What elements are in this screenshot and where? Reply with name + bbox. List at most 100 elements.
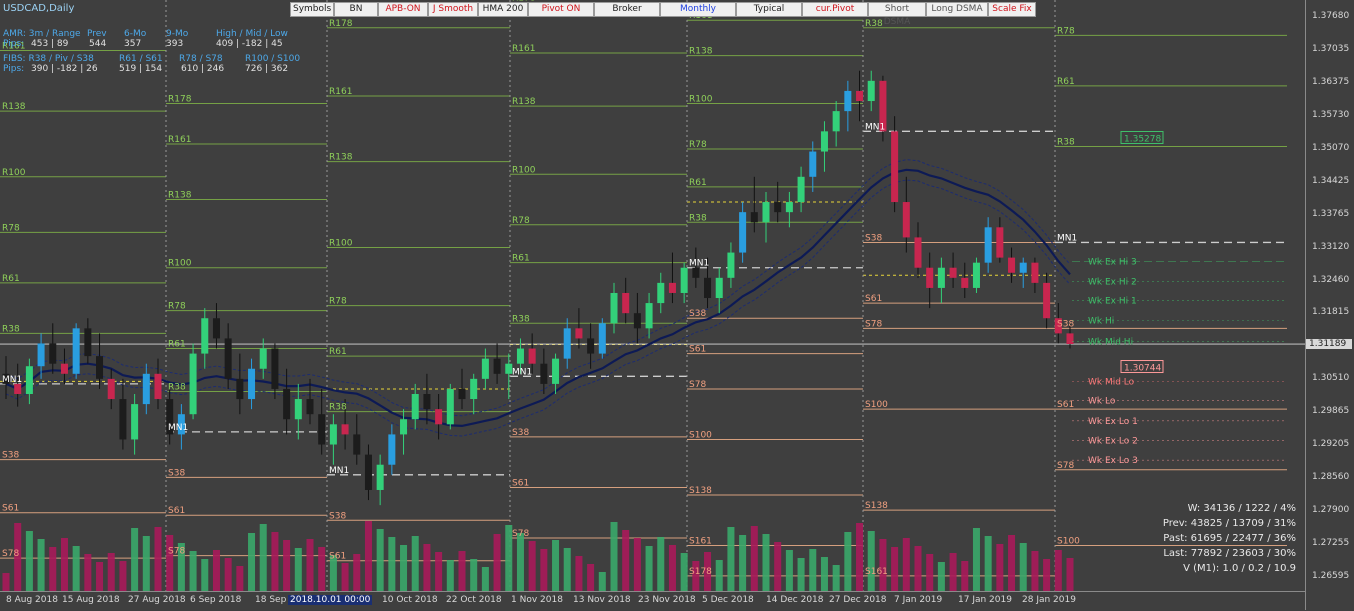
price-axis[interactable]: 1.37680 1.37035 1.36375 1.35730 1.35070 1.344… bbox=[1305, 0, 1354, 610]
volume-bar bbox=[458, 551, 466, 591]
volume-bar bbox=[633, 538, 641, 591]
volume-bar bbox=[318, 547, 326, 591]
price-tick-label: 1.33765 bbox=[1312, 208, 1350, 219]
candle-body bbox=[715, 277, 723, 299]
pivot-label-r78: R78 bbox=[689, 140, 707, 150]
pivot-label-s61: S61 bbox=[2, 504, 19, 514]
volume-bar bbox=[528, 541, 536, 591]
weekly-level-label: Wk Mid Hi bbox=[1088, 337, 1133, 347]
candle-body bbox=[972, 262, 980, 288]
candle-body bbox=[797, 176, 805, 203]
candle-body bbox=[820, 131, 828, 152]
volume-bar bbox=[867, 531, 875, 591]
toolbar-button-short-dsma[interactable]: Short DSMA bbox=[868, 2, 926, 27]
volume-bar bbox=[142, 536, 150, 591]
pivot-label-s61: S61 bbox=[329, 552, 346, 562]
candle-body bbox=[856, 90, 864, 102]
candle-body bbox=[37, 343, 45, 367]
weekly-labels-layer: Wk Ex Hi 3 Wk Ex Hi 2 Wk Ex Hi 1 Wk Hi Wk Mi… bbox=[1072, 258, 1287, 466]
candle-body bbox=[72, 328, 80, 374]
pivot-label-s100: S100 bbox=[1057, 537, 1080, 547]
volume-bar bbox=[961, 561, 969, 591]
hma-line bbox=[5, 168, 1071, 428]
volume-bar bbox=[248, 533, 256, 591]
toolbar-button-apb-on[interactable]: APB-ON bbox=[378, 2, 428, 17]
toolbar-button-broker[interactable]: Broker bbox=[594, 2, 660, 17]
pivot-label-mn1: MN1 bbox=[865, 122, 885, 132]
candle-body bbox=[961, 277, 969, 288]
price-marker-label: 1.30744 bbox=[1124, 364, 1161, 374]
weekly-level-label: Wk Ex Hi 3 bbox=[1088, 258, 1137, 268]
price-chart[interactable]: R161 R138 R100 R78 R61 R38 MN1 S38 S61 S78 R178 R16… bbox=[0, 0, 1305, 591]
volume-bar bbox=[972, 528, 980, 591]
candle-body bbox=[423, 394, 431, 410]
toolbar-button-monthly[interactable]: Monthly bbox=[660, 2, 736, 17]
toolbar-button-typical[interactable]: Typical bbox=[736, 2, 802, 17]
candle-body bbox=[645, 303, 653, 329]
pivot-label-s38: S38 bbox=[2, 451, 19, 461]
candle-body bbox=[598, 323, 606, 354]
candle-body bbox=[1066, 333, 1074, 344]
candle-body bbox=[1043, 282, 1051, 319]
toolbar-button-symbols[interactable]: Symbols bbox=[290, 2, 334, 17]
candle-body bbox=[49, 343, 57, 364]
time-tick-label: 15 Aug 2018 bbox=[62, 595, 120, 605]
volume-bar bbox=[306, 539, 314, 591]
candle-body bbox=[680, 267, 688, 293]
pivot-lines-layer bbox=[0, 2, 1305, 577]
volume-bar bbox=[283, 540, 291, 591]
toolbar-button-bn[interactable]: BN bbox=[334, 2, 378, 17]
time-tick-label: 17 Jan 2019 bbox=[958, 595, 1012, 605]
toolbar-button-scale-fix[interactable]: Scale Fix bbox=[988, 2, 1036, 17]
volume-bar bbox=[60, 538, 68, 591]
volume-bar bbox=[797, 558, 805, 591]
volume-bar bbox=[1066, 558, 1074, 591]
pivot-label-r38: R38 bbox=[168, 382, 186, 392]
pivot-label-r61: R61 bbox=[329, 347, 347, 357]
volume-bar bbox=[879, 539, 887, 591]
toolbar-button-j-smooth[interactable]: J Smooth bbox=[428, 2, 478, 17]
candle-body bbox=[236, 378, 244, 400]
time-tick-label: 14 Dec 2018 bbox=[766, 595, 824, 605]
toolbar-button-long-dsma[interactable]: Long DSMA bbox=[926, 2, 988, 17]
volume-bar bbox=[996, 544, 1004, 591]
candle-body bbox=[832, 111, 840, 132]
pivot-label-s100: S100 bbox=[689, 430, 712, 440]
toolbar-button-hma-200[interactable]: HMA 200 bbox=[478, 2, 528, 17]
volume-bar bbox=[49, 547, 57, 591]
stats-line-week: W: 34136 / 1222 / 4% bbox=[1187, 503, 1296, 514]
volume-bar bbox=[446, 560, 454, 591]
candle-body bbox=[540, 363, 548, 384]
amr-value-1: 544 bbox=[89, 39, 107, 49]
volume-bar bbox=[926, 554, 934, 591]
volume-bar bbox=[832, 565, 840, 591]
weekly-level-label: Wk Ex Lo 1 bbox=[1088, 417, 1138, 427]
volume-bar bbox=[598, 572, 606, 591]
volume-bar bbox=[154, 527, 162, 591]
candle-body bbox=[353, 434, 361, 455]
stats-line-prev: Prev: 43825 / 13709 / 31% bbox=[1162, 518, 1296, 529]
volume-bar bbox=[563, 548, 571, 591]
pivot-label-r38: R38 bbox=[689, 213, 707, 223]
volume-bar bbox=[657, 537, 665, 591]
volume-bar bbox=[236, 566, 244, 591]
time-tick-label: 10 Oct 2018 bbox=[382, 595, 438, 605]
toolbar-button-cur-pivot[interactable]: cur.Pivot bbox=[802, 2, 868, 17]
time-tick-label: 27 Dec 2018 bbox=[829, 595, 887, 605]
price-tick-label: 1.27255 bbox=[1312, 537, 1350, 548]
pivot-label-s78: S78 bbox=[168, 547, 185, 557]
pivot-label-r38: R38 bbox=[329, 403, 347, 413]
toolbar-button-pivot-on[interactable]: Pivot ON bbox=[528, 2, 594, 17]
candle-body bbox=[575, 328, 583, 339]
pivot-label-s38: S38 bbox=[865, 233, 882, 243]
price-tick-label: 1.31815 bbox=[1312, 307, 1350, 318]
candle-body bbox=[14, 383, 22, 394]
volume-bar bbox=[914, 546, 922, 591]
candle-body bbox=[329, 424, 337, 445]
pivot-label-mn1: MN1 bbox=[168, 423, 188, 433]
volume-bar bbox=[72, 546, 80, 591]
candle-body bbox=[400, 419, 408, 435]
time-tick-label: 1 Nov 2018 bbox=[511, 595, 563, 605]
volume-stats-box: W: 34136 / 1222 / 4% Prev: 43825 / 13709… bbox=[1163, 501, 1296, 576]
time-axis[interactable]: 8 Aug 2018 15 Aug 2018 27 Aug 2018 6 Sep 20… bbox=[0, 591, 1305, 611]
